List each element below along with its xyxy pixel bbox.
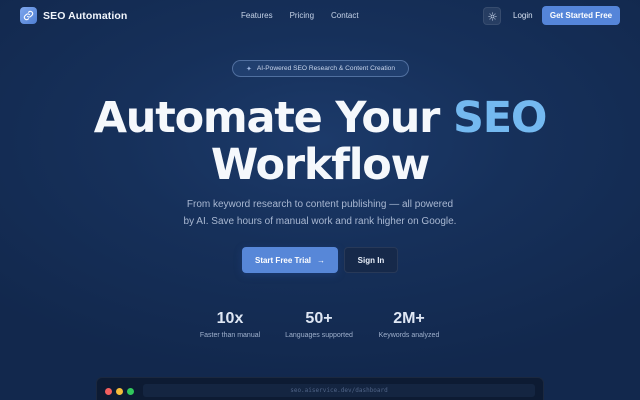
stat-item: 10x Faster than manual: [180, 309, 280, 339]
nav-link-contact[interactable]: Contact: [331, 11, 359, 20]
nav-link-features[interactable]: Features: [241, 11, 273, 20]
stat-value: 10x: [216, 310, 244, 327]
nav-links: Features Pricing Contact: [241, 11, 359, 20]
stat-item: 50+ Languages supported: [269, 309, 369, 339]
feature-badge: ✦ AI-Powered SEO Research & Content Crea…: [232, 60, 409, 77]
sparkle-icon: ✦: [245, 65, 252, 73]
url-bar: seo.aiservice.dev/dashboard: [143, 384, 535, 397]
hero-subtitle-line1: From keyword research to content publish…: [186, 199, 454, 210]
badge-text: AI-Powered SEO Research & Content Creati…: [256, 65, 396, 72]
stat-value: 50+: [305, 310, 333, 327]
stat-label: Languages supported: [285, 332, 353, 339]
stat-value: 2M+: [393, 310, 425, 327]
start-free-trial-button[interactable]: Start Free Trial →: [242, 247, 338, 273]
stat-label: Faster than manual: [199, 332, 261, 339]
window-close-dot: [105, 388, 112, 395]
hero-subtitle-line2: by AI. Save hours of manual work and ran…: [183, 216, 457, 227]
window-minimize-dot: [116, 388, 123, 395]
get-started-button[interactable]: Get Started Free: [542, 6, 620, 25]
url-text: seo.aiservice.dev/dashboard: [290, 387, 388, 394]
theme-toggle-button[interactable]: [483, 7, 501, 25]
dashboard-preview: seo.aiservice.dev/dashboard: [96, 377, 544, 400]
brand-name: SEO Automation: [43, 9, 128, 22]
stat-item: 2M+ Keywords analyzed: [359, 309, 459, 339]
sign-in-button[interactable]: Sign In: [344, 247, 398, 273]
hero-title-line2: Workflow: [210, 140, 431, 190]
hero-title-text: Automate Your: [93, 93, 453, 143]
nav-link-pricing[interactable]: Pricing: [290, 11, 314, 20]
hero-title-accent: SEO: [452, 93, 548, 143]
link-icon: [20, 7, 37, 24]
hero-title-line1: Automate Your SEO: [0, 97, 640, 140]
brand[interactable]: SEO Automation: [20, 7, 127, 24]
window-maximize-dot: [127, 388, 134, 395]
stat-label: Keywords analyzed: [378, 332, 440, 339]
login-link[interactable]: Login: [513, 11, 533, 20]
arrow-right-icon: →: [317, 255, 326, 265]
start-free-trial-label: Start Free Trial: [254, 255, 312, 265]
top-nav: SEO Automation Features Pricing Contact …: [0, 0, 640, 32]
sun-icon: [487, 11, 497, 21]
